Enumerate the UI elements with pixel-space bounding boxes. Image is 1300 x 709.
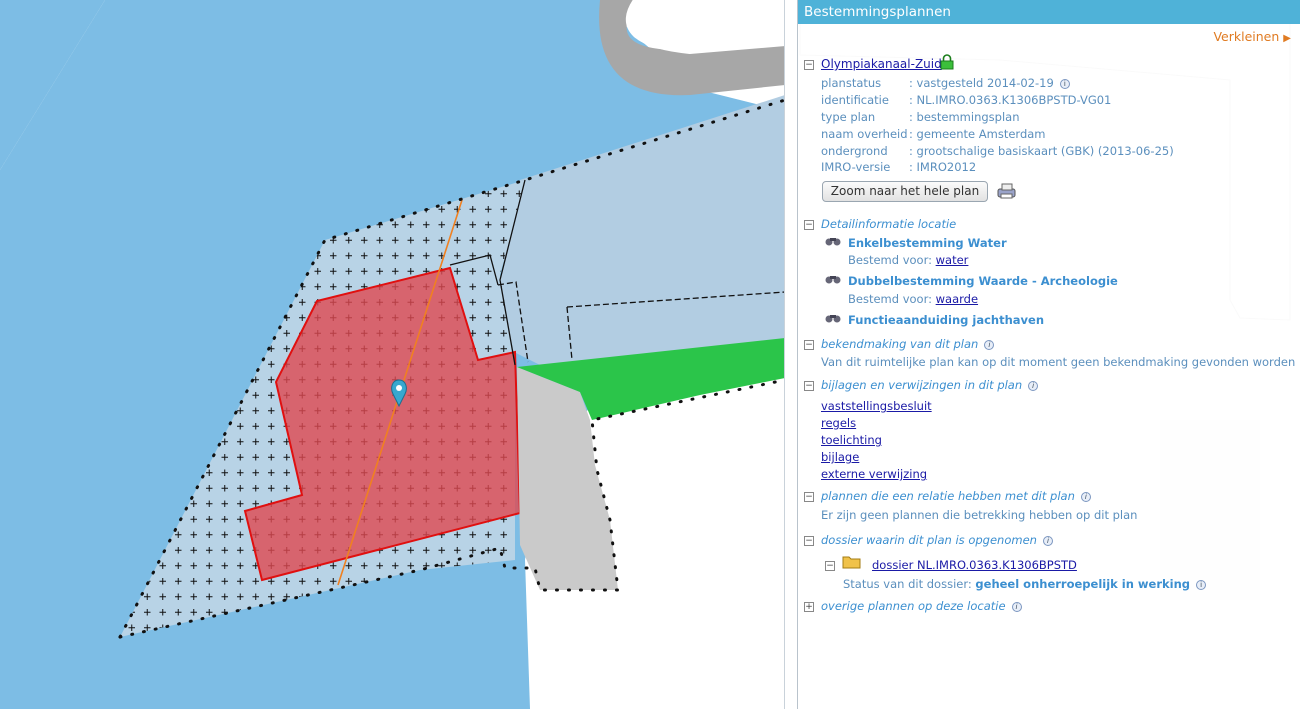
- detail-item-title: Enkelbestemming Water: [848, 236, 1007, 250]
- bijlage-link[interactable]: bijlage: [821, 450, 859, 464]
- binoculars-icon: [824, 273, 842, 284]
- expand-icon[interactable]: +: [804, 602, 814, 612]
- collapse-icon[interactable]: −: [804, 340, 814, 350]
- field-value: : NL.IMRO.0363.K1306BPSTD-VG01: [909, 93, 1112, 107]
- detail-header: Detailinformatie locatie: [821, 217, 957, 231]
- bijlage-link[interactable]: regels: [821, 416, 856, 430]
- bijlage-link[interactable]: toelichting: [821, 433, 882, 447]
- bijlage-link[interactable]: vaststellingsbesluit: [821, 399, 932, 413]
- info-icon[interactable]: i: [1059, 79, 1070, 89]
- detail-item-title: Dubbelbestemming Waarde - Archeologie: [848, 274, 1118, 288]
- bestemd-link[interactable]: waarde: [936, 292, 978, 306]
- info-icon[interactable]: i: [1196, 580, 1207, 590]
- bijlage-link[interactable]: externe verwijzing: [821, 467, 927, 481]
- collapse-icon[interactable]: −: [804, 492, 814, 502]
- zoom-plan-button[interactable]: Zoom naar het hele plan: [822, 181, 988, 202]
- relaties-header: plannen die een relatie hebben met dit p…: [821, 489, 1091, 503]
- bijlagen-header: bijlagen en verwijzingen in dit plan i: [821, 378, 1039, 392]
- relaties-text: Er zijn geen plannen die betrekking hebb…: [821, 508, 1138, 522]
- collapse-icon[interactable]: −: [804, 220, 814, 230]
- detail-item-title: Functieaanduiding jachthaven: [848, 313, 1045, 327]
- collapse-icon[interactable]: −: [804, 536, 814, 546]
- dossier-header: dossier waarin dit plan is opgenomen i: [821, 533, 1053, 547]
- collapse-icon[interactable]: −: [825, 561, 835, 571]
- bestemd-voor-row: Bestemd voor: water: [848, 253, 969, 267]
- folder-icon: [842, 554, 862, 573]
- info-icon[interactable]: i: [1042, 536, 1053, 546]
- dossier-status: Status van dit dossier: geheel onherroep…: [843, 577, 1207, 591]
- field-label: planstatus: [821, 76, 882, 90]
- plan-info-panel: Bestemmingsplannen Verkleinen ▶ − Olympia…: [797, 0, 1300, 709]
- field-label: ondergrond: [821, 144, 888, 158]
- field-label: type plan: [821, 110, 876, 124]
- shrink-label: Verkleinen: [1213, 29, 1280, 44]
- collapse-icon[interactable]: −: [804, 381, 814, 391]
- bestemd-voor-row: Bestemd voor: waarde: [848, 292, 979, 306]
- panel-title: Bestemmingsplannen: [804, 4, 951, 20]
- info-icon[interactable]: i: [1080, 492, 1091, 502]
- field-label: naam overheid: [821, 127, 908, 141]
- collapse-icon[interactable]: −: [804, 60, 814, 70]
- dossier-link[interactable]: dossier NL.IMRO.0363.K1306BPSTD: [872, 558, 1077, 572]
- binoculars-icon: [824, 235, 842, 246]
- info-icon[interactable]: i: [1011, 602, 1022, 612]
- plan-name-link[interactable]: Olympiakanaal-Zuid: [821, 57, 942, 71]
- shrink-link[interactable]: Verkleinen ▶: [1213, 29, 1291, 44]
- lock-icon: [939, 54, 955, 73]
- field-value: : bestemmingsplan: [909, 110, 1020, 124]
- binoculars-icon: [824, 312, 842, 323]
- bekendmaking-header: bekendmaking van dit plan i: [821, 337, 995, 351]
- overige-header[interactable]: overige plannen op deze locatie i: [821, 599, 1022, 613]
- bekendmaking-text: Van dit ruimtelijke plan kan op dit mome…: [821, 355, 1296, 369]
- panel-titlebar: Bestemmingsplannen: [798, 0, 1300, 24]
- field-label: identificatie: [821, 93, 889, 107]
- triangle-right-icon: ▶: [1283, 33, 1291, 44]
- field-value: : gemeente Amsterdam: [909, 127, 1046, 141]
- info-icon[interactable]: i: [984, 340, 995, 350]
- info-icon[interactable]: i: [1028, 381, 1039, 391]
- panel-collapse-strip[interactable]: [784, 0, 798, 709]
- field-label: IMRO-versie: [821, 160, 891, 174]
- bestemd-link[interactable]: water: [936, 253, 969, 267]
- field-value: : IMRO2012: [909, 160, 977, 174]
- field-value: : vastgesteld 2014-02-19 i: [909, 76, 1070, 90]
- field-value: : grootschalige basiskaart (GBK) (2013-0…: [909, 144, 1174, 158]
- zoom-print-icon[interactable]: [995, 181, 1019, 204]
